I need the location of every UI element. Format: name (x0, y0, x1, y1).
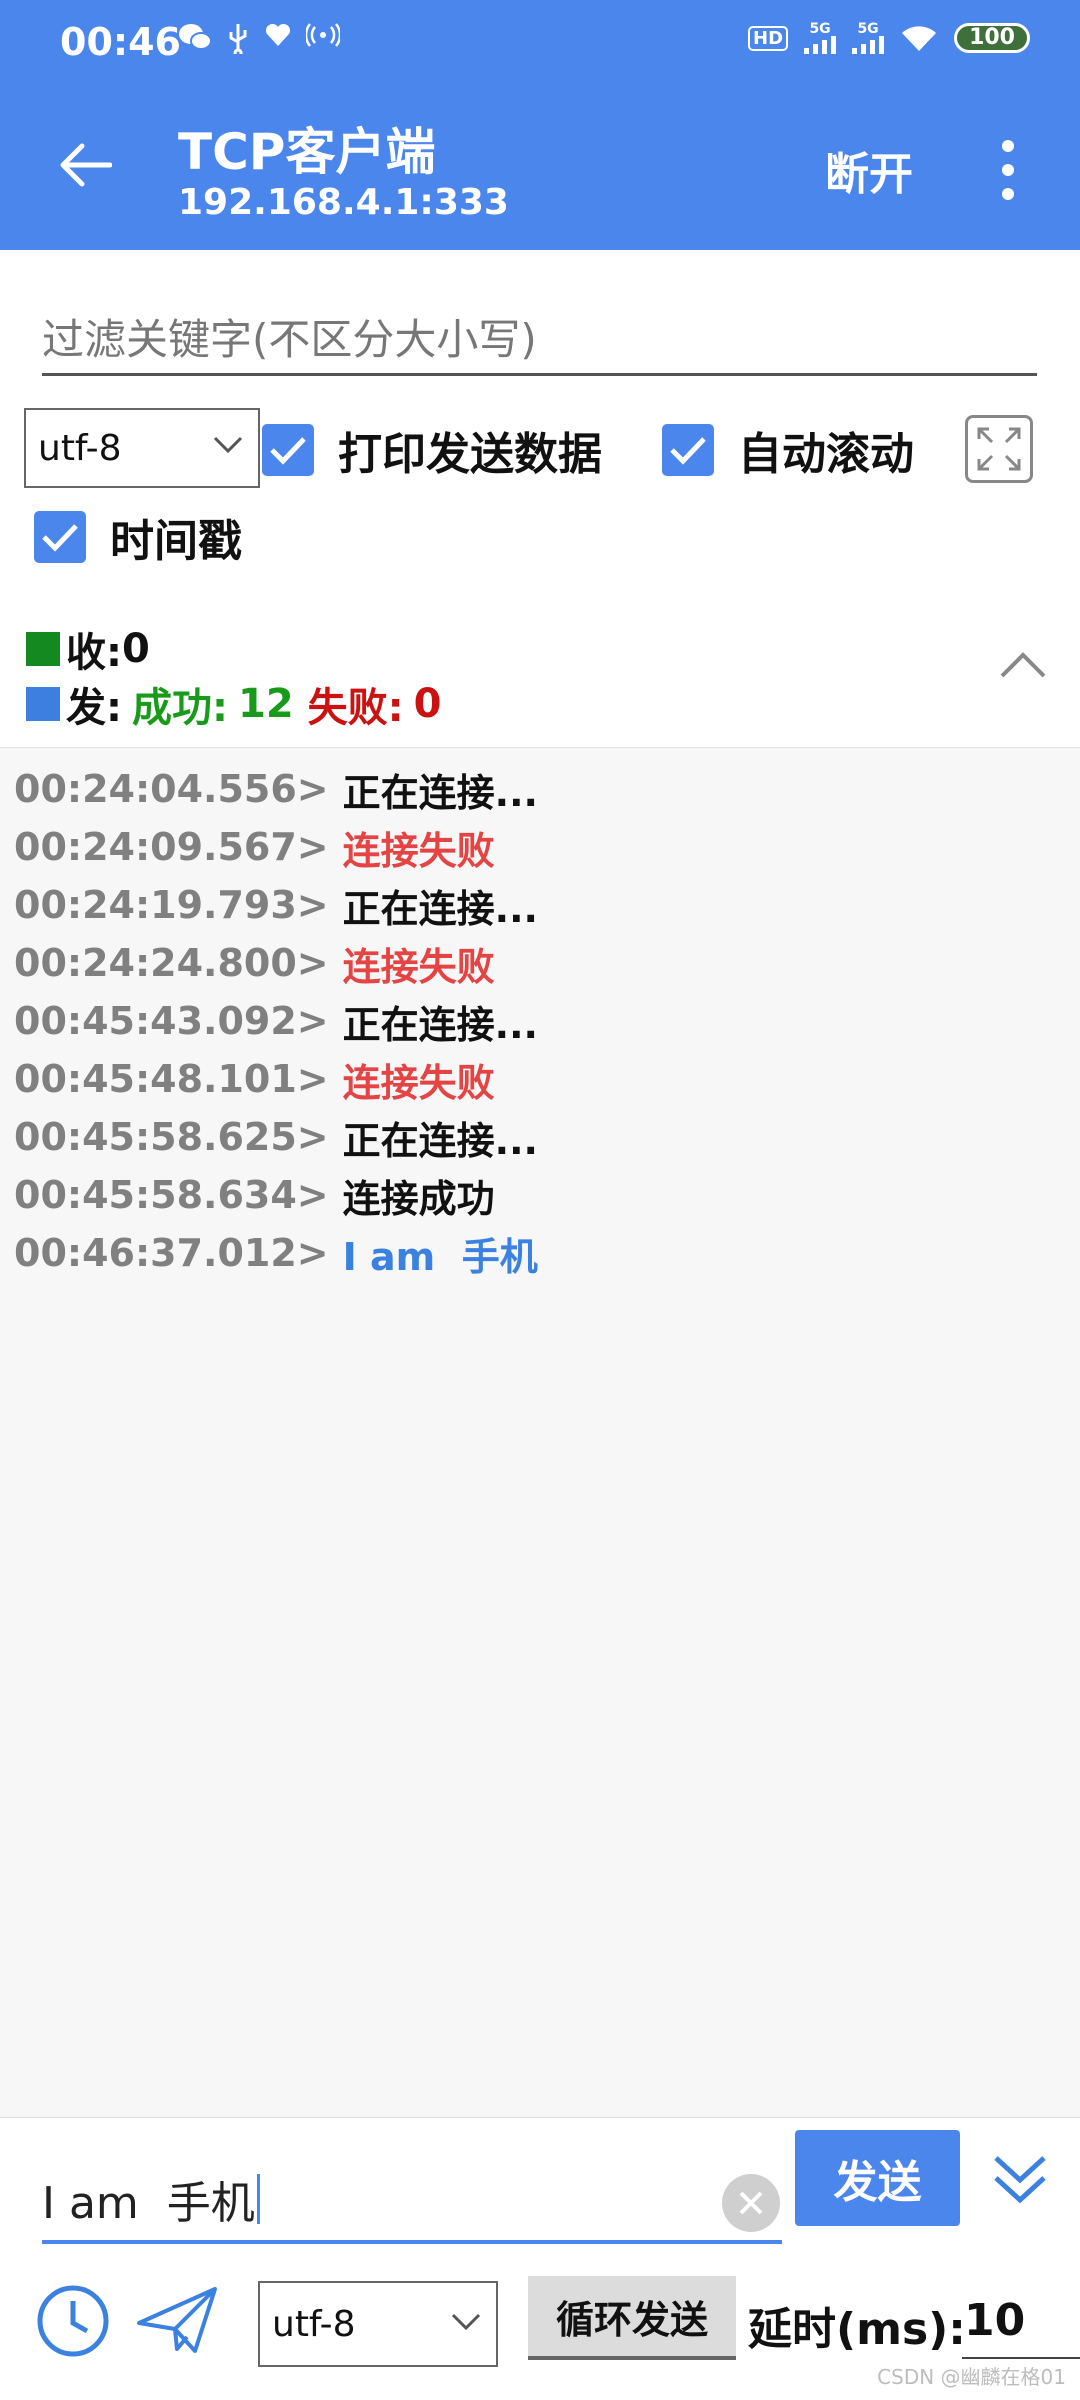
back-button[interactable] (50, 130, 120, 200)
receive-encoding-select[interactable]: utf-8 (24, 408, 260, 488)
receive-count: 0 (122, 626, 150, 672)
success-label: 成功: (132, 685, 228, 731)
send-encoding-value: utf-8 (272, 2303, 356, 2345)
checkbox-checked-icon (34, 511, 86, 563)
log-timestamp: 00:24:24.800> (14, 941, 329, 985)
disconnect-button[interactable]: 断开 (825, 138, 913, 202)
chevron-up-icon[interactable] (998, 650, 1048, 680)
log-timestamp: 00:24:09.567> (14, 825, 329, 869)
log-timestamp: 00:45:58.634> (14, 1173, 329, 1217)
receive-encoding-value: utf-8 (38, 427, 122, 469)
clear-input-button[interactable] (722, 2174, 780, 2232)
log-row: 00:46:37.012> I am 手机 (14, 1224, 1074, 1282)
checkbox-checked-icon (262, 424, 314, 476)
status-notification-icons (178, 22, 340, 54)
receive-label: 收: (66, 630, 122, 676)
double-chevron-down-icon[interactable] (990, 2148, 1050, 2208)
success-count: 12 (238, 681, 294, 727)
receive-color-swatch (26, 632, 60, 666)
timestamp-checkbox[interactable]: 时间戳 (34, 505, 242, 569)
status-time: 00:46 (60, 20, 181, 64)
log-timestamp: 00:24:19.793> (14, 883, 329, 927)
hd-indicator: HD (748, 25, 789, 51)
signal-1-icon: 5G (804, 21, 837, 54)
close-icon (739, 2191, 763, 2215)
loop-send-button[interactable]: 循环发送 (528, 2276, 736, 2360)
log-message: 正在连接... (342, 886, 538, 931)
chevron-down-icon (451, 2313, 481, 2331)
log-message: 连接成功 (342, 1176, 495, 1221)
print-sent-label: 打印发送数据 (338, 429, 602, 480)
log-message: 正在连接... (342, 1002, 538, 1047)
fullscreen-icon (977, 427, 1021, 471)
signal-1-label: 5G (809, 21, 831, 37)
signal-2-icon: 5G (852, 21, 885, 54)
chevron-down-icon (213, 436, 243, 454)
log-timestamp: 00:45:43.092> (14, 999, 329, 1043)
signal-2-label: 5G (857, 21, 879, 37)
clock-icon[interactable] (35, 2283, 111, 2359)
status-system-icons: HD 5G 5G 100 (748, 22, 1030, 54)
send-plane-icon[interactable] (135, 2285, 219, 2355)
text-caret (256, 2174, 260, 2224)
log-message: 正在连接... (342, 770, 538, 815)
options-panel: 过滤关键字(不区分大小写) utf-8 打印发送数据 自动滚动 时间戳 收: 0… (0, 250, 1080, 748)
log-row: 00:45:58.625> 正在连接... (14, 1108, 1074, 1166)
more-dot-icon (1002, 188, 1014, 200)
fail-count: 0 (413, 681, 442, 727)
send-button[interactable]: 发送 (795, 2130, 960, 2226)
log-message: I am 手机 (342, 1234, 538, 1279)
log-timestamp: 00:24:04.556> (14, 767, 329, 811)
send-encoding-select[interactable]: utf-8 (258, 2281, 498, 2367)
print-sent-checkbox[interactable]: 打印发送数据 (262, 418, 602, 482)
delay-input[interactable]: 10 (962, 2283, 1080, 2359)
send-stats: 发: 成功: 12 失败: 0 (26, 675, 442, 733)
log-row: 00:45:58.634> 连接成功 (14, 1166, 1074, 1224)
arrow-left-icon (60, 143, 112, 187)
log-row: 00:24:24.800> 连接失败 (14, 934, 1074, 992)
log-message: 正在连接... (342, 1118, 538, 1163)
send-input[interactable]: I am 手机 (42, 2158, 782, 2244)
more-dot-icon (1002, 140, 1014, 152)
receive-stats: 收: 0 (26, 620, 150, 678)
auto-scroll-label: 自动滚动 (738, 429, 914, 480)
log-message: 连接失败 (342, 828, 495, 873)
send-label: 发: (66, 685, 122, 731)
log-row: 00:45:43.092> 正在连接... (14, 992, 1074, 1050)
fail-label: 失败: (307, 685, 404, 731)
timestamp-label: 时间戳 (110, 516, 242, 567)
filter-input[interactable]: 过滤关键字(不区分大小写) (42, 300, 1037, 376)
send-panel: I am 手机 发送 utf-8 循环发送 延时(ms): 10 CSDN @幽… (0, 2117, 1080, 2400)
message-log[interactable]: 00:24:04.556> 正在连接... 00:24:09.567> 连接失败 00:… (14, 760, 1074, 1282)
log-row: 00:24:19.793> 正在连接... (14, 876, 1074, 934)
auto-scroll-checkbox[interactable]: 自动滚动 (662, 418, 914, 482)
checkbox-checked-icon (662, 424, 714, 476)
fullscreen-button[interactable] (965, 415, 1033, 483)
log-timestamp: 00:45:58.625> (14, 1115, 329, 1159)
server-address: 192.168.4.1:333 (178, 182, 509, 223)
log-row: 00:45:48.101> 连接失败 (14, 1050, 1074, 1108)
wechat-icon (179, 24, 212, 50)
battery-indicator: 100 (954, 23, 1030, 53)
log-row: 00:24:09.567> 连接失败 (14, 818, 1074, 876)
log-timestamp: 00:46:37.012> (14, 1231, 329, 1275)
delay-label: 延时(ms): (748, 2304, 966, 2355)
more-dot-icon (1002, 164, 1014, 176)
send-input-value: I am 手机 (42, 2178, 255, 2229)
more-options-button[interactable] (993, 140, 1023, 200)
log-message: 连接失败 (342, 1060, 495, 1105)
wifi-icon (902, 26, 937, 51)
send-color-swatch (26, 687, 60, 721)
heart-icon (265, 23, 291, 46)
log-row: 00:24:04.556> 正在连接... (14, 760, 1074, 818)
watermark: CSDN @幽麟在格01 (877, 2365, 1066, 2389)
usb-icon (229, 24, 247, 54)
log-message: 连接失败 (342, 944, 495, 989)
app-header: 00:46 HD 5G 5G 100 TCP客户端 192.168.4.1:33… (0, 0, 1080, 250)
log-timestamp: 00:45:48.101> (14, 1057, 329, 1101)
hotspot-icon (306, 23, 340, 47)
page-title: TCP客户端 (178, 123, 436, 181)
